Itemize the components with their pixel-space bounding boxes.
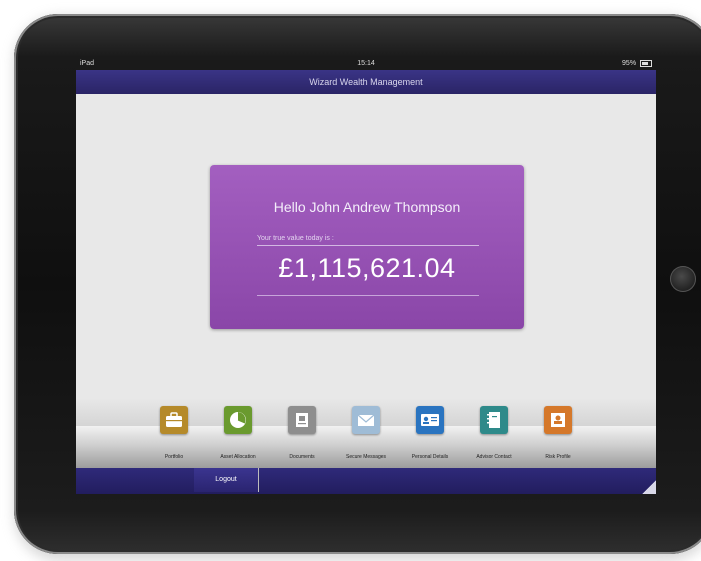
bottom-toolbar: Logout — [76, 468, 656, 494]
contact-card-icon — [416, 406, 444, 434]
pie-chart-icon — [224, 406, 252, 434]
card-divider-top — [257, 245, 479, 246]
page-curl-icon[interactable] — [642, 480, 656, 494]
dock-item-advisor-contact[interactable]: Advisor Contact — [464, 406, 524, 464]
briefcase-icon — [160, 406, 188, 434]
dock-item-personal-details[interactable]: Personal Details — [400, 406, 460, 464]
app-title-bar: Wizard Wealth Management — [76, 70, 656, 94]
dock-label: Secure Messages — [345, 454, 387, 460]
dock-label: Asset Allocation — [220, 454, 256, 460]
dock-label: Documents — [289, 454, 315, 460]
dock-item-portfolio[interactable]: Portfolio — [144, 406, 204, 464]
dock-label: Portfolio — [164, 454, 184, 460]
profile-chart-icon — [544, 406, 572, 434]
dock-item-secure-messages[interactable]: Secure Messages — [336, 406, 396, 464]
battery-percent: 95% — [622, 60, 637, 67]
dock-item-risk-profile[interactable]: Risk Profile — [528, 406, 588, 464]
value-label: Your true value today is : — [257, 235, 334, 242]
greeting-text: Hello John Andrew Thompson — [273, 199, 461, 215]
portfolio-value: £1,115,621.04 — [278, 253, 456, 283]
app-title: Wizard Wealth Management — [309, 77, 423, 87]
envelope-icon — [352, 406, 380, 434]
dock-label: Advisor Contact — [476, 454, 512, 460]
dock-label: Risk Profile — [545, 454, 571, 460]
dock-item-asset-allocation[interactable]: Asset Allocation — [208, 406, 268, 464]
card-divider-bottom — [257, 295, 479, 296]
battery-icon — [640, 59, 652, 67]
logout-button[interactable]: Logout — [194, 468, 259, 492]
battery-indicator: 95% — [622, 58, 652, 70]
status-bar: iPad 15:14 95% — [76, 58, 656, 70]
home-button[interactable] — [670, 266, 696, 292]
dock-item-documents[interactable]: Documents — [272, 406, 332, 464]
status-time: 15:14 — [357, 60, 375, 67]
dock-label: Personal Details — [411, 454, 449, 460]
ipad-screen: iPad 15:14 95% Wizard Wealth Management … — [76, 58, 656, 494]
document-icon — [288, 406, 316, 434]
address-book-icon — [480, 406, 508, 434]
welcome-card: Hello John Andrew Thompson Your true val… — [210, 165, 524, 329]
